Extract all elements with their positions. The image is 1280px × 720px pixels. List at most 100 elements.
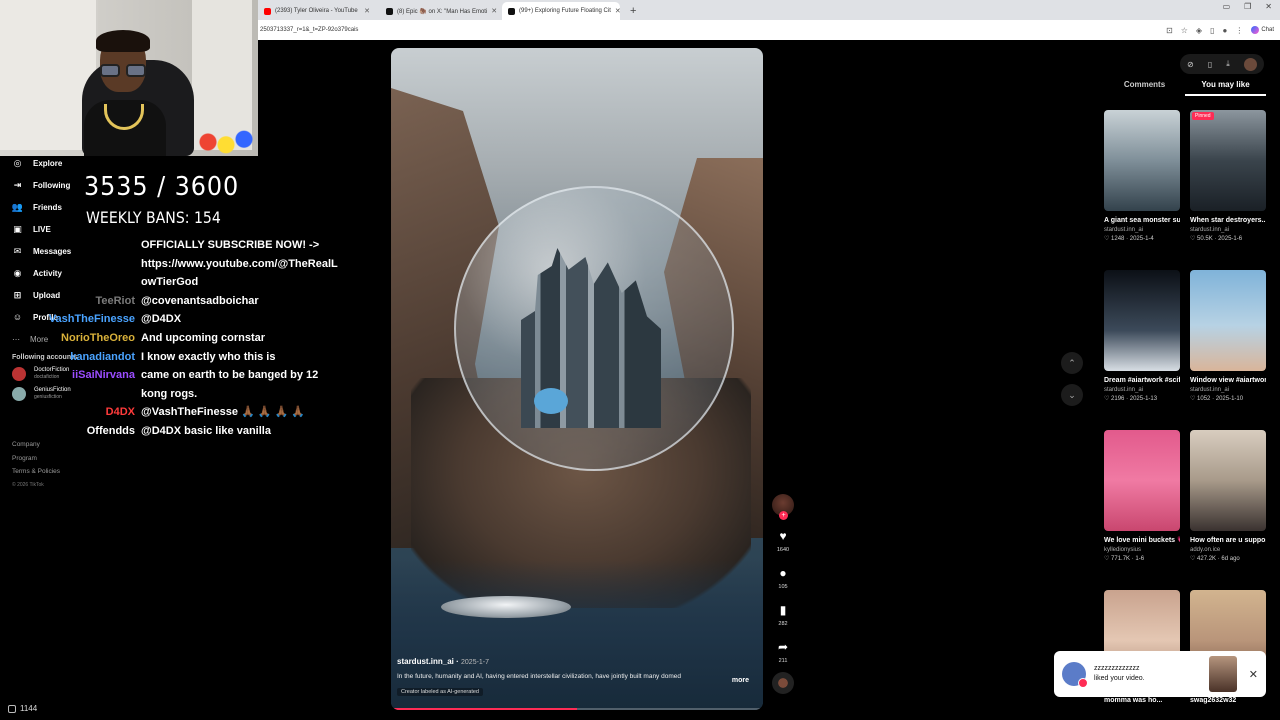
compass-icon: ◎ — [13, 157, 22, 168]
recommended-video-card[interactable]: Pinned When star destroyers... stardust.in… — [1190, 110, 1266, 242]
card-title[interactable]: How often are u supposed to get... — [1190, 535, 1266, 546]
download-icon[interactable]: ⤓ — [1226, 59, 1230, 69]
right-panel-tabs: Comments You may like — [1104, 80, 1266, 96]
tab-you-may-like[interactable]: You may like — [1185, 80, 1266, 96]
next-video-button[interactable]: ⌄ — [1061, 384, 1083, 406]
heart-icon: ♥ — [779, 529, 787, 543]
card-title[interactable]: We love mini buckets 💗 ... — [1104, 535, 1180, 546]
like-button[interactable]: ♥ — [771, 529, 795, 543]
card-meta: ♡ 50.5K · 2025-1-6 — [1190, 236, 1243, 242]
tab-comments[interactable]: Comments — [1104, 80, 1185, 96]
chat-username[interactable]: TeeRiot — [95, 292, 135, 311]
menu-icon[interactable]: ⋮ — [1235, 26, 1243, 35]
sidebar-item-label: Following — [33, 180, 71, 190]
card-date: 2025-1-4 — [1129, 236, 1154, 242]
address-bar-icons: ⊡ ☆ ◈ ▯ ● ⋮ Chat — [1166, 26, 1280, 35]
card-author[interactable]: stardust.inn_ai — [1190, 227, 1266, 233]
heart-outline-icon: ♡ — [1104, 396, 1112, 402]
chat-username[interactable]: iiSaiNirvana — [72, 366, 135, 385]
chat-text: https://www.youtube.com/@TheRealL — [141, 257, 338, 270]
chat-username[interactable]: VashTheFinesse — [49, 310, 135, 329]
chat-message: kong rogs. — [0, 385, 360, 404]
video-thumbnail[interactable] — [1190, 430, 1266, 531]
flying-saucer — [441, 596, 571, 618]
comment-button[interactable]: ● — [771, 566, 795, 580]
bookmark-star-icon[interactable]: ☆ — [1181, 26, 1188, 35]
card-title[interactable]: Dream #aiartwork #scifi... — [1104, 375, 1180, 386]
install-icon[interactable]: ⊡ — [1166, 26, 1173, 35]
video-thumbnail[interactable] — [1104, 430, 1180, 531]
card-meta: ♡ 771.7K · 1-6 — [1104, 556, 1145, 562]
share-button[interactable]: ➦ — [771, 640, 795, 654]
close-window-icon[interactable]: ✕ — [1265, 2, 1272, 11]
follow-plus-icon[interactable]: + — [779, 511, 788, 520]
more-link[interactable]: more — [732, 677, 749, 684]
recommended-video-card[interactable]: We love mini buckets 💗 ...kylledionysius… — [1104, 430, 1180, 562]
notification-thumbnail — [1208, 656, 1237, 692]
video-thumbnail[interactable] — [1104, 110, 1180, 211]
tab-label: (8) Epic 🦣 on X: "Man Has Emoti — [397, 8, 488, 15]
weekly-bans: WEEKLY BANS: 154 — [86, 208, 221, 227]
recommended-video-card[interactable]: Dream #aiartwork #scifi... stardust.inn_a… — [1104, 270, 1180, 402]
browser-tab-2[interactable]: (99+) Exploring Future Floating Cit ✕ — [502, 2, 620, 20]
chat-username[interactable]: NorioTheOreo — [61, 329, 135, 348]
new-tab-button[interactable]: + — [624, 2, 642, 20]
card-author[interactable]: addy.on.ice — [1190, 547, 1266, 553]
chat-username[interactable]: D4DX — [106, 403, 135, 422]
recommended-video-card[interactable]: Window view #aiartwork #scifi...stardust… — [1190, 270, 1266, 402]
video-thumbnail[interactable]: Pinned — [1190, 110, 1266, 211]
card-title[interactable]: When star destroyers... — [1190, 215, 1266, 226]
video-player[interactable]: stardust.inn_ai · 2025-1-7 In the future… — [391, 48, 763, 710]
browser-tab-1[interactable]: (8) Epic 🦣 on X: "Man Has Emoti ✕ — [380, 2, 498, 20]
browser-tab-0[interactable]: (2393) Tyler Oliveira - YouTube ✕ — [258, 2, 376, 20]
url-text[interactable]: 2503713337_r=1&_t=ZP-92o379cais — [258, 27, 358, 33]
chat-username[interactable]: kanadiandot — [70, 348, 135, 367]
card-author[interactable]: stardust.inn_ai — [1104, 227, 1180, 233]
music-disc[interactable] — [772, 672, 794, 694]
recommended-video-card[interactable]: A giant sea monster suddenl...stardust.i… — [1104, 110, 1180, 242]
chat-username[interactable]: Offendds — [87, 422, 135, 441]
video-thumbnail[interactable] — [1104, 270, 1180, 371]
card-meta: ♡ 1052 · 2025-1-10 — [1190, 396, 1244, 402]
close-icon[interactable]: ✕ — [1249, 668, 1258, 681]
chat-button[interactable]: Chat — [1251, 26, 1274, 34]
card-title[interactable]: Window view #aiartwork #scifi... — [1190, 375, 1266, 386]
device-icon[interactable]: ▯ — [1208, 60, 1212, 69]
copyright: © 2026 TikTok — [12, 481, 44, 488]
sidepanel-icon[interactable]: ▯ — [1210, 26, 1214, 35]
address-bar[interactable]: 2503713337_r=1&_t=ZP-92o379cais ⊡ ☆ ◈ ▯ … — [258, 20, 1280, 40]
tab-close-icon[interactable]: ✕ — [364, 7, 370, 15]
video-thumbnail[interactable] — [1190, 270, 1266, 371]
save-count: 282 — [778, 621, 788, 627]
tab-close-icon[interactable]: ✕ — [615, 7, 620, 15]
card-author[interactable]: stardust.inn_ai — [1190, 387, 1266, 393]
live-icon: ▣ — [13, 223, 22, 234]
previous-video-button[interactable]: ⌃ — [1061, 352, 1083, 374]
card-meta: ♡ 427.2K · 6d ago — [1190, 556, 1240, 562]
creator-avatar[interactable]: + — [772, 494, 794, 520]
video-progress-bar[interactable] — [391, 708, 763, 710]
card-author[interactable]: kylledionysius — [1104, 547, 1180, 553]
footer-link-program[interactable]: Program — [12, 452, 60, 466]
notifier-name: zzzzzzzzzzzzz — [1094, 665, 1140, 672]
extensions-icon[interactable]: ◈ — [1196, 26, 1202, 35]
recommended-video-card[interactable]: How often are u supposed to get...addy.o… — [1190, 430, 1266, 562]
tab-close-icon[interactable]: ✕ — [491, 7, 497, 15]
heart-outline-icon: ♡ — [1190, 396, 1198, 402]
restore-icon[interactable]: ❐ — [1244, 2, 1251, 11]
top-right-toolbar: ⊘ ▯ ⤓ — [1180, 54, 1264, 74]
action-rail: + ♥ 1640 ● 105 ▮ 282 ➦ 211 — [771, 494, 795, 694]
compass-small-icon[interactable]: ⊘ — [1187, 60, 1194, 69]
card-title[interactable]: A giant sea monster suddenl... — [1104, 215, 1180, 226]
card-author[interactable]: stardust.inn_ai — [1104, 387, 1180, 393]
video-author[interactable]: stardust.inn_ai · 2025-1-7 — [397, 657, 757, 666]
minimize-icon[interactable]: ▭ — [1223, 2, 1231, 11]
profile-icon[interactable]: ● — [1222, 26, 1227, 35]
user-avatar[interactable] — [1243, 57, 1257, 71]
save-button[interactable]: ▮ — [771, 603, 795, 617]
sidebar-item-explore[interactable]: ◎ Explore — [12, 152, 102, 174]
chat-message: kanadiandot I know exactly who this is — [0, 348, 360, 367]
heart-badge-icon — [1078, 678, 1088, 688]
like-notification[interactable]: zzzzzzzzzzzzz liked your video. ✕ — [1054, 651, 1266, 697]
footer-link-terms[interactable]: Terms & Policies — [12, 465, 60, 479]
